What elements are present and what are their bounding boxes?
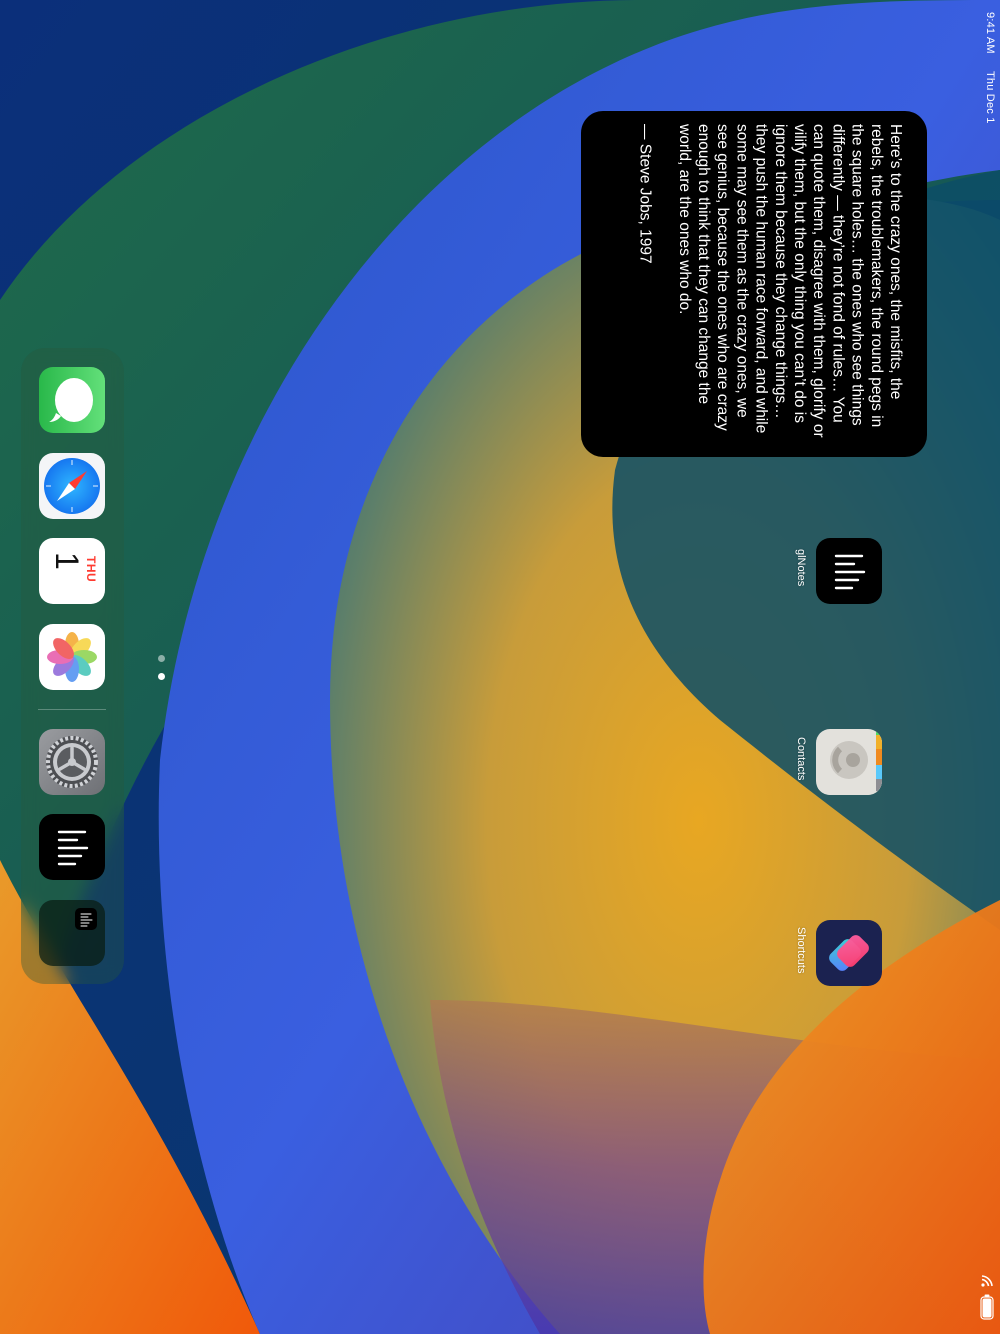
messages-icon [49,378,93,422]
calendar-date-number: 1 [49,552,85,570]
dock-app-safari[interactable] [39,453,105,519]
dock-app-messages[interactable] [39,367,105,433]
home-app-label-glnotes: glNotes [795,549,807,587]
quote-author: — Steve Jobs, 1997 [636,124,654,264]
glnotes-icon [57,830,89,866]
status-bar: 9:41 AM Thu Dec 1 [974,0,1000,1334]
dock-app-settings[interactable] [39,729,105,795]
photos-icon [47,632,97,682]
dock-app-glnotes[interactable] [39,814,105,880]
calendar-icon: THU 1 [39,538,105,604]
status-text: 9:41 AM Thu Dec 1 [984,12,996,124]
dock-app-calendar[interactable]: THU 1 [39,538,105,604]
page-dot-2[interactable] [158,673,165,680]
calendar-day-label: THU [84,556,98,583]
status-date: Thu Dec 1 [984,71,996,124]
page-dot-1[interactable] [158,655,165,662]
battery-icon [980,1294,994,1320]
shortcuts-icon [829,935,869,971]
glnotes-app-icon[interactable] [816,538,882,604]
quote-text: Here’s to the crazy ones, the misfits, t… [675,124,904,438]
dock-app-photos[interactable] [39,624,105,690]
home-app-label-contacts: Contacts [795,737,807,781]
contacts-app-icon[interactable] [816,729,882,795]
home-app-label-shortcuts: Shortcuts [795,927,807,974]
dock-divider [38,709,106,710]
quote-widget[interactable]: Here’s to the crazy ones, the misfits, t… [581,111,927,457]
shortcuts-app-icon[interactable] [816,920,882,986]
contacts-icon [816,729,882,795]
wifi-icon [981,1275,993,1287]
settings-icon [46,736,98,788]
glnotes-icon [834,554,866,590]
dock-app-library[interactable] [39,900,105,966]
safari-icon [44,458,100,514]
app-library-icon [75,908,97,930]
status-time: 9:41 AM [984,12,996,54]
